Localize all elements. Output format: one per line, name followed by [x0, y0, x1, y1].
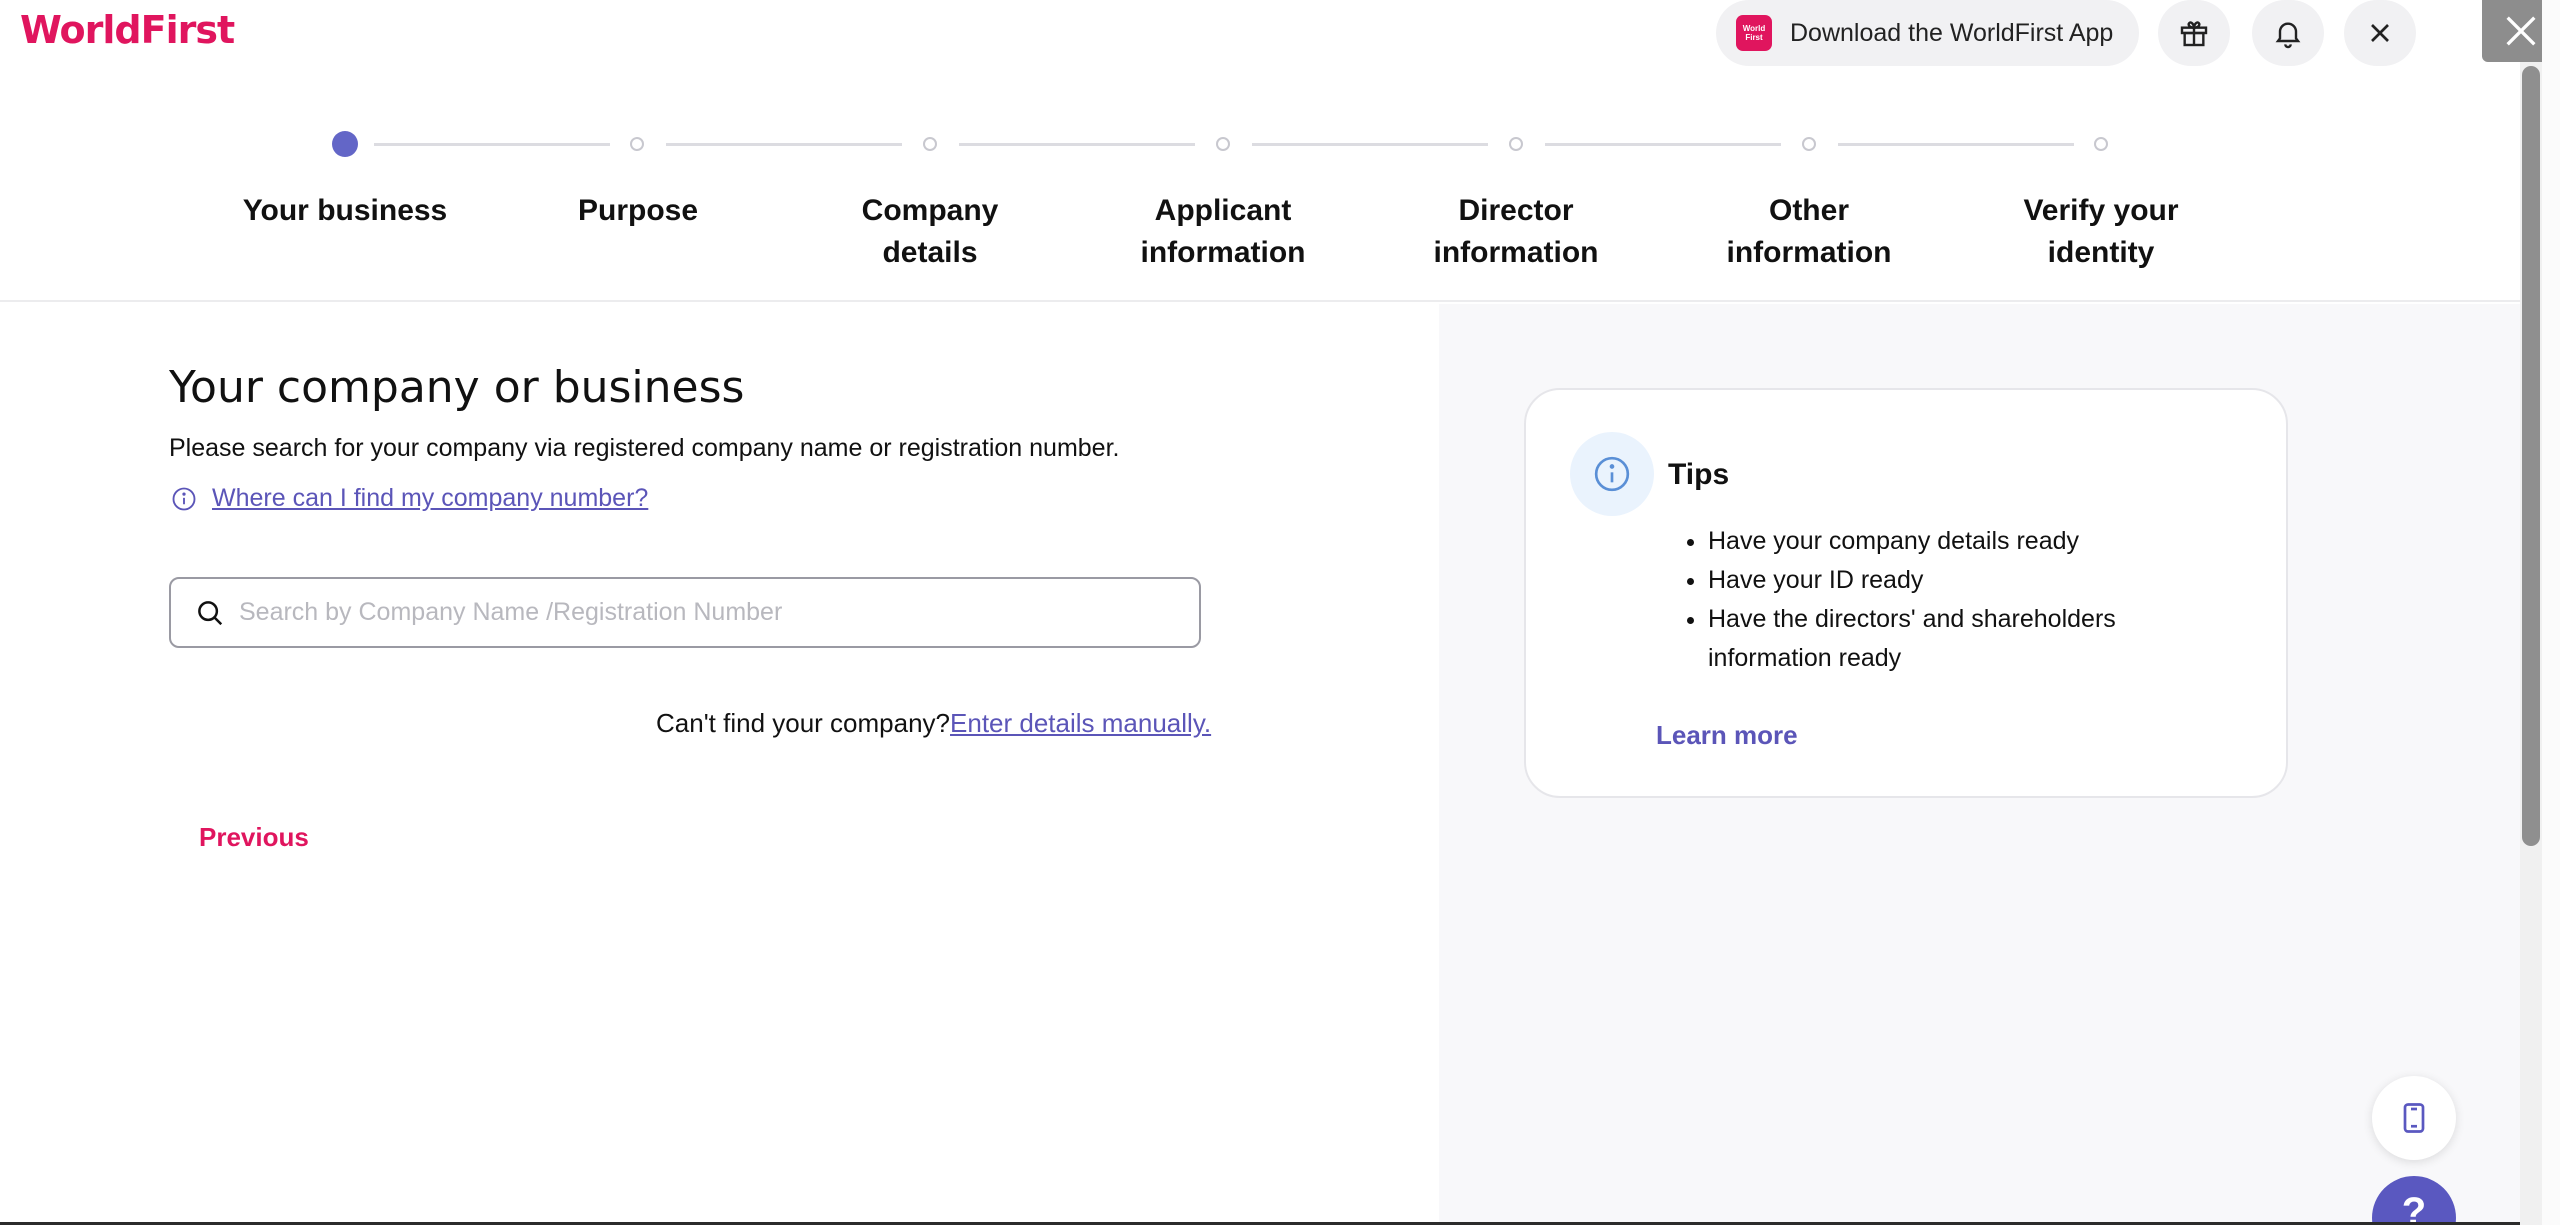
step-dot-applicant-information	[1216, 137, 1230, 151]
progress-stepper: Your business Purpose Company details Ap…	[0, 120, 2520, 302]
step-label-line: Director	[1458, 194, 1574, 227]
company-number-help-link[interactable]: Where can I find my company number?	[212, 484, 648, 513]
info-icon	[172, 487, 196, 510]
scrollbar-thumb[interactable]	[2522, 66, 2540, 846]
step-connector	[374, 143, 610, 146]
window-edge	[2542, 0, 2560, 1225]
step-label-verify-identity: Verify your identity	[1981, 190, 2221, 274]
step-dot-verify-identity	[2094, 137, 2108, 151]
step-label-line: Other	[1768, 194, 1849, 227]
tips-list-item: Have your ID ready	[1708, 561, 2240, 600]
tips-list: Have your company details ready Have you…	[1680, 522, 2240, 678]
gift-icon	[2180, 21, 2208, 47]
close-icon	[2506, 16, 2536, 46]
page-title: Your company or business	[169, 362, 745, 413]
company-search-input[interactable]	[239, 598, 1139, 627]
step-label-your-business: Your business	[225, 190, 465, 232]
gift-button[interactable]	[2158, 0, 2230, 66]
info-icon	[1570, 432, 1654, 516]
step-connector	[1545, 143, 1781, 146]
download-app-label: Download the WorldFirst App	[1790, 18, 2114, 47]
step-connector	[1838, 143, 2074, 146]
step-label-other-information: Other information	[1689, 190, 1929, 274]
step-dot-director-information	[1509, 137, 1523, 151]
step-label-line: Verify your	[2023, 194, 2179, 227]
step-label-company-details: Company details	[810, 190, 1050, 274]
step-dot-company-details	[923, 137, 937, 151]
phone-icon	[2403, 1103, 2425, 1133]
worldfirst-logo[interactable]: WorldFirst	[20, 8, 235, 52]
previous-button[interactable]: Previous	[199, 822, 309, 853]
learn-more-link[interactable]: Learn more	[1656, 720, 1798, 751]
close-button[interactable]	[2344, 0, 2416, 66]
step-connector	[959, 143, 1195, 146]
step-label-applicant-information: Applicant information	[1103, 190, 1343, 274]
step-label-line: information	[1140, 236, 1306, 269]
step-label-line: Your business	[242, 194, 448, 227]
bell-icon	[2275, 22, 2301, 49]
company-number-help[interactable]: Where can I find my company number?	[170, 484, 648, 513]
step-dot-purpose	[630, 137, 644, 151]
tips-title: Tips	[1668, 458, 1730, 491]
download-app-button[interactable]: World First Download the WorldFirst App	[1716, 0, 2139, 66]
enter-details-manually-link[interactable]: Enter details manually.	[950, 708, 1211, 738]
tips-list-item: Have the directors' and shareholders inf…	[1708, 600, 2240, 678]
worldfirst-app-icon: World First	[1736, 15, 1772, 51]
close-icon	[2371, 24, 2389, 42]
step-label-director-information: Director information	[1396, 190, 1636, 274]
step-dot-your-business	[332, 131, 358, 157]
step-connector	[1252, 143, 1488, 146]
manual-entry-prompt: Can't find your company?	[656, 708, 951, 738]
step-label-line: Company details	[861, 194, 999, 269]
manual-entry-row: Can't find your company?Enter details ma…	[656, 708, 1211, 739]
page-description: Please search for your company via regis…	[169, 434, 1120, 462]
step-label-purpose: Purpose	[518, 190, 758, 232]
step-label-line: information	[1726, 236, 1892, 269]
step-label-line: Purpose	[577, 194, 699, 227]
step-label-line: identity	[2047, 236, 2155, 269]
step-dot-other-information	[1802, 137, 1816, 151]
notifications-button[interactable]	[2252, 0, 2324, 66]
step-label-line: Applicant	[1154, 194, 1292, 227]
step-label-line: information	[1433, 236, 1599, 269]
search-icon	[198, 600, 223, 625]
company-search-box[interactable]	[169, 577, 1201, 648]
tips-list-item: Have your company details ready	[1708, 522, 2240, 561]
tips-card: Tips Have your company details ready Hav…	[1524, 388, 2288, 798]
step-connector	[666, 143, 902, 146]
mobile-app-button[interactable]	[2372, 1076, 2456, 1160]
